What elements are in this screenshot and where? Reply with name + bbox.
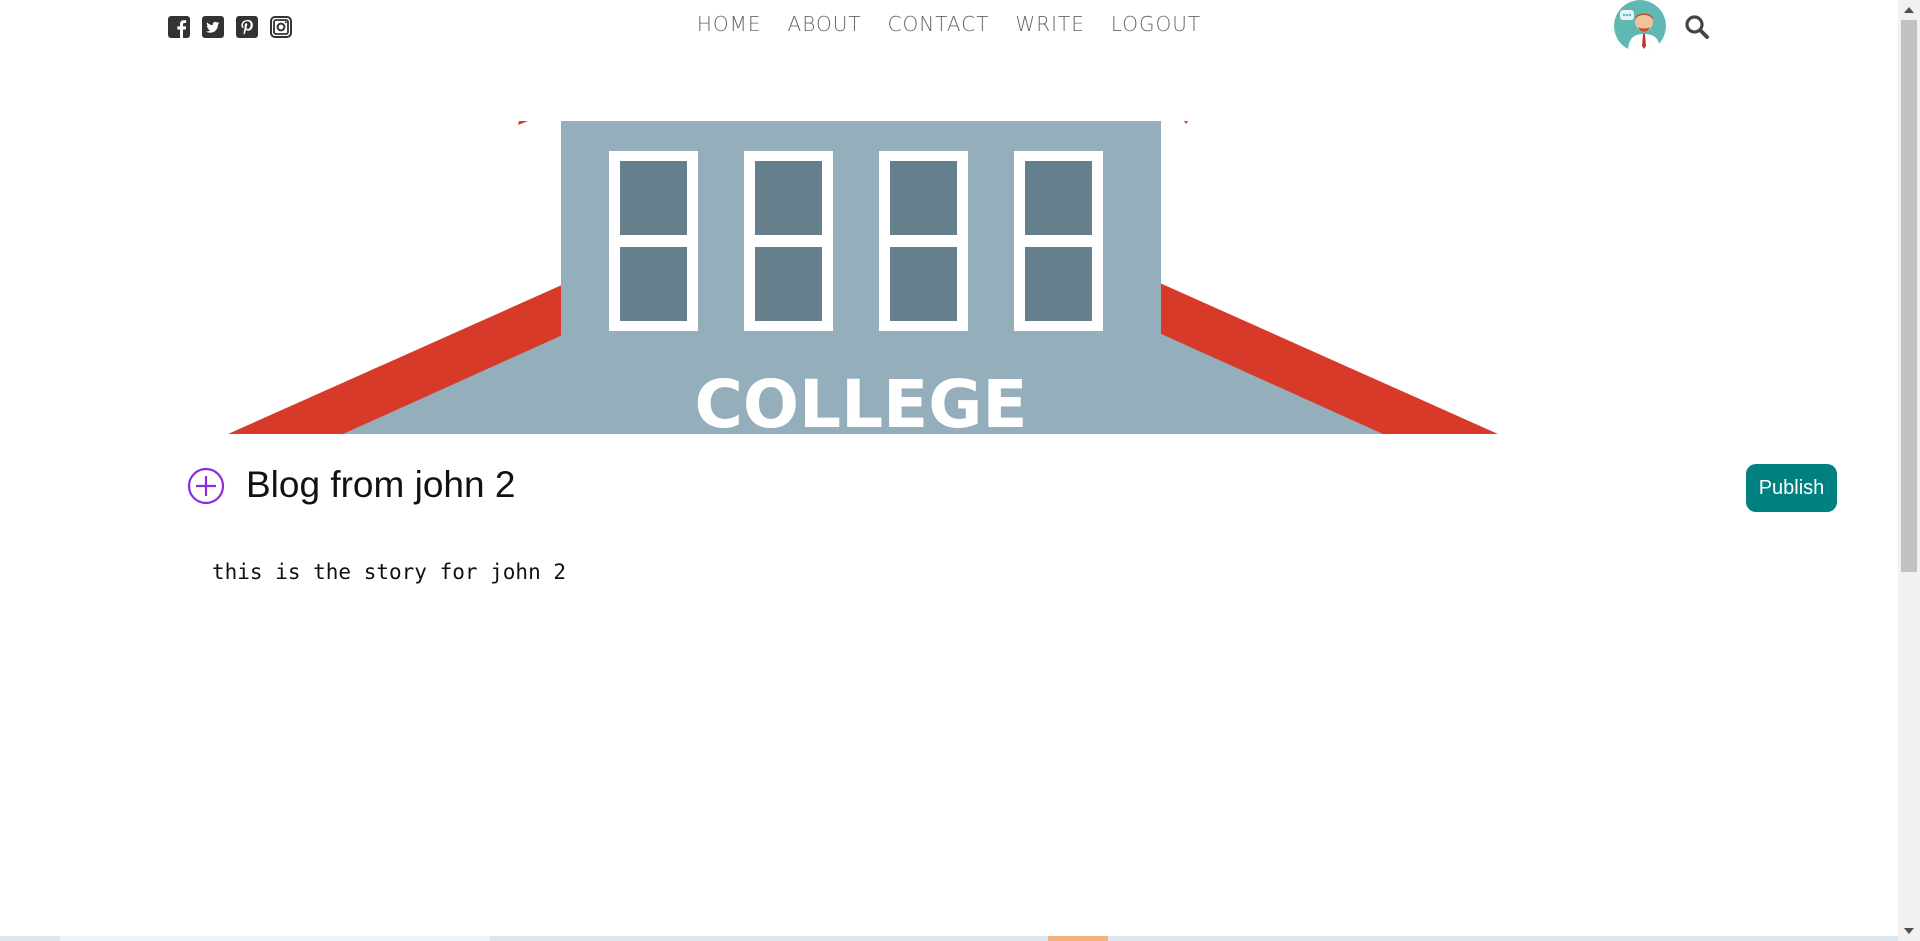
scrollbar-thumb[interactable] [1901, 20, 1917, 572]
bottom-edge [0, 936, 1898, 941]
add-image-icon[interactable] [186, 466, 226, 506]
menu-item-about[interactable]: ABOUT [788, 12, 862, 36]
scroll-down-arrow-icon[interactable] [1904, 928, 1914, 934]
menu-item-contact[interactable]: CONTACT [888, 12, 990, 36]
post-story-textarea[interactable]: this is the story for john 2 [212, 558, 1712, 878]
post-title-input[interactable] [246, 460, 1646, 510]
search-icon[interactable] [1684, 14, 1710, 40]
college-sign: COLLEGE [695, 366, 1028, 434]
window [744, 151, 833, 331]
header-image: COLLEGE [228, 121, 1498, 434]
menu-item-home[interactable]: HOME [697, 12, 762, 36]
avatar-image [1614, 0, 1666, 52]
scroll-up-arrow-icon[interactable] [1904, 7, 1914, 13]
window [1014, 151, 1103, 331]
window [609, 151, 698, 331]
menu-item-write[interactable]: WRITE [1015, 12, 1084, 36]
publish-button[interactable]: Publish [1746, 464, 1837, 512]
college-building-illustration: COLLEGE [228, 121, 1498, 434]
top-navbar: HOME ABOUT CONTACT WRITE LOGOUT [0, 0, 1898, 52]
user-avatar[interactable] [1614, 0, 1666, 52]
window [879, 151, 968, 331]
vertical-scrollbar[interactable] [1898, 0, 1920, 941]
menu-item-logout[interactable]: LOGOUT [1111, 12, 1201, 36]
